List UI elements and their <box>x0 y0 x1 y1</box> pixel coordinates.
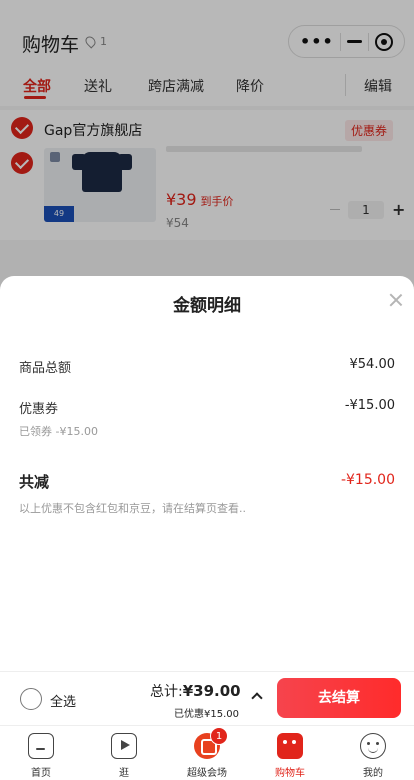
profile-icon <box>360 733 386 759</box>
tabbar-item-browse[interactable]: 逛 <box>83 726 165 780</box>
checkout-bar: 全选 总计:¥39.00 已优惠¥15.00 去结算 <box>0 671 414 725</box>
coupon-value: -¥15.00 <box>344 398 395 413</box>
bottom-tab-bar: 首页 逛 1 超级会场 购物车 我的 <box>0 725 414 780</box>
cart-icon <box>277 733 303 759</box>
select-all-label[interactable]: 全选 <box>50 691 76 710</box>
tabbar-item-me[interactable]: 我的 <box>332 726 414 780</box>
tabbar-label: 我的 <box>363 768 383 779</box>
reduction-note: 以上优惠不包含红包和京豆，请在结算页查看.. <box>19 502 246 515</box>
tabbar-label: 购物车 <box>275 768 305 779</box>
close-icon[interactable] <box>389 293 403 307</box>
total-reduction-value: -¥15.00 <box>340 472 395 488</box>
tabbar-label: 超级会场 <box>187 768 227 779</box>
tabbar-label: 首页 <box>31 768 51 779</box>
notification-badge: 1 <box>210 727 228 745</box>
sum-value: ¥39.00 <box>182 682 241 700</box>
coupon-label: 优惠券 <box>19 402 59 417</box>
tabbar-item-venue[interactable]: 1 超级会场 <box>166 726 248 780</box>
amount-detail-sheet: 金额明细 商品总额 ¥54.00 优惠券 -¥15.00 已领券 -¥15.00… <box>0 276 414 671</box>
video-icon <box>111 733 137 759</box>
tabbar-item-home[interactable]: 首页 <box>0 726 82 780</box>
goods-total-label: 商品总额 <box>19 361 72 376</box>
goods-total-value: ¥54.00 <box>349 357 396 372</box>
home-icon <box>28 733 54 759</box>
tabbar-label: 逛 <box>119 768 129 779</box>
saved-amount: 已优惠¥15.00 <box>174 709 239 720</box>
coupon-sub: 已领券 -¥15.00 <box>19 425 98 438</box>
total-reduction-label: 共减 <box>19 473 50 491</box>
chevron-up-icon[interactable] <box>251 692 263 704</box>
sheet-title: 金额明细 <box>173 296 241 316</box>
sum-label: 总计: <box>150 684 183 700</box>
select-all-radio[interactable] <box>20 688 42 710</box>
checkout-button[interactable]: 去结算 <box>277 678 401 718</box>
total-sum: 总计:¥39.00 <box>150 681 241 701</box>
tabbar-item-cart[interactable]: 购物车 <box>249 726 331 780</box>
